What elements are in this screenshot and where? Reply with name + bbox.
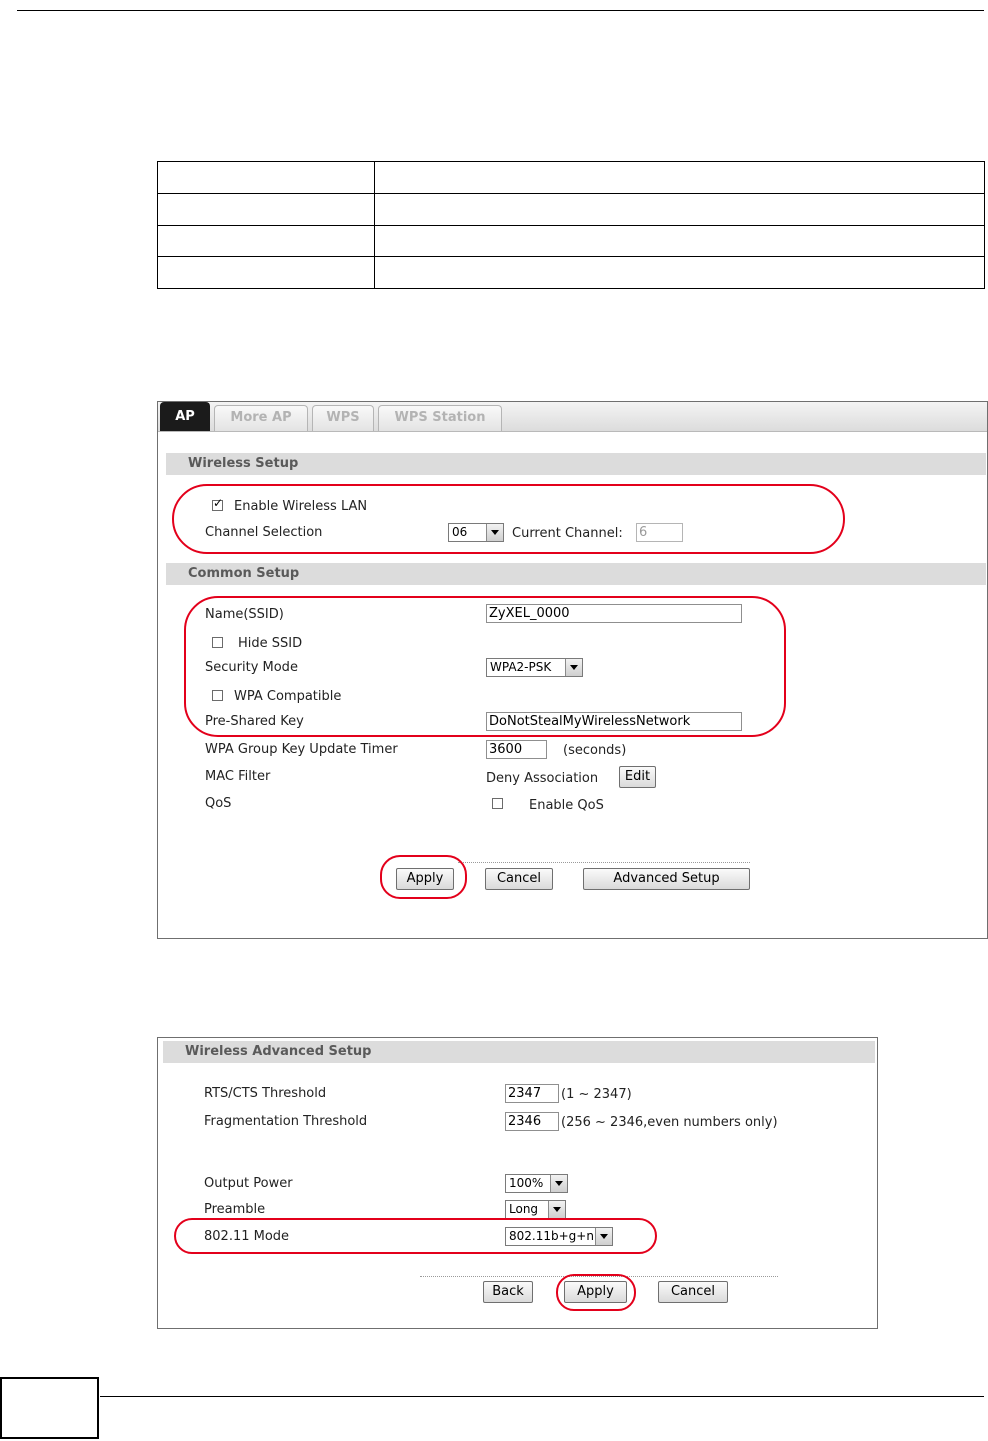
highlight-common [184,596,786,737]
tab-bar: AP More AP WPS WPS Station [158,402,987,432]
group-key-timer-input[interactable]: 3600 [486,740,547,759]
wireless-setup-header: Wireless Setup [166,453,986,475]
tab-wps[interactable]: WPS [312,405,374,431]
advanced-setup-header: Wireless Advanced Setup [163,1041,875,1063]
footer-rule [100,1396,984,1397]
back-button[interactable]: Back [483,1281,533,1303]
highlight-mode [174,1218,657,1254]
preamble-label: Preamble [204,1202,266,1217]
advanced-setup-button[interactable]: Advanced Setup [583,868,750,890]
blank-table [157,161,985,289]
tab-wps-station[interactable]: WPS Station [378,405,502,431]
page-number-box [0,1377,99,1439]
output-power-select[interactable]: 100% [505,1174,568,1193]
cancel-button[interactable]: Cancel [485,868,553,890]
enable-qos-label: Enable QoS [529,798,604,813]
frag-input[interactable]: 2346 [505,1112,559,1131]
output-power-value: 100% [509,1176,544,1190]
chevron-down-icon [548,1201,565,1218]
tab-ap[interactable]: AP [160,402,210,431]
chevron-down-icon [550,1175,567,1192]
table-row [157,224,985,258]
button-divider [458,862,750,863]
highlight-apply [380,855,467,899]
group-key-timer-label: WPA Group Key Update Timer [205,742,398,757]
tab-more-ap[interactable]: More AP [214,405,308,431]
rts-range: (1 ~ 2347) [561,1087,632,1102]
qos-label: QoS [205,796,232,811]
rts-label: RTS/CTS Threshold [204,1086,327,1101]
mac-filter-label: MAC Filter [205,769,271,784]
preamble-value: Long [509,1202,539,1216]
frag-range: (256 ~ 2346,even numbers only) [561,1115,778,1130]
output-power-label: Output Power [204,1176,293,1191]
mac-filter-edit-button[interactable]: Edit [619,766,656,788]
enable-qos-checkbox[interactable] [492,798,503,809]
group-key-timer-unit: (seconds) [563,743,627,758]
advanced-settings-screenshot: Wireless Advanced Setup RTS/CTS Threshol… [157,1037,878,1329]
highlight-apply [556,1274,636,1311]
rts-input[interactable]: 2347 [505,1084,559,1103]
mac-filter-value: Deny Association [486,771,599,786]
highlight-wireless [172,484,845,554]
frag-label: Fragmentation Threshold [204,1114,368,1129]
common-setup-header: Common Setup [166,563,986,585]
table-row [157,161,985,194]
table-row [157,192,985,226]
preamble-select[interactable]: Long [505,1200,566,1219]
table-row [157,256,985,289]
cancel-button[interactable]: Cancel [658,1281,728,1303]
header-rule [17,10,984,11]
ap-settings-screenshot: AP More AP WPS WPS Station Wireless Setu… [157,401,988,939]
